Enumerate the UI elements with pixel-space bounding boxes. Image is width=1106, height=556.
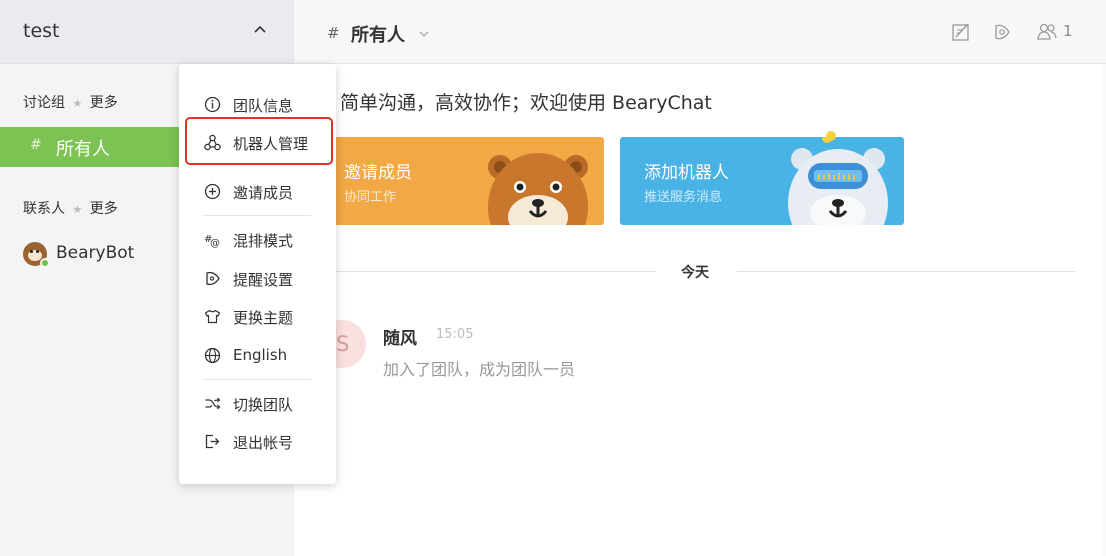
logout-icon <box>205 434 220 449</box>
contacts-title: 联系人 <box>23 201 65 217</box>
edit-icon[interactable] <box>950 21 972 43</box>
menu-item-switch-team[interactable]: 切换团队 <box>179 384 336 422</box>
welcome-message: 简单沟通，高效协作；欢迎使用 BearyChat <box>340 92 712 114</box>
card-title: 添加机器人 <box>644 163 729 183</box>
menu-item-label: 邀请成员 <box>233 184 294 202</box>
antenna-light-icon <box>826 131 836 141</box>
channel-header: # 所有人 1 <box>294 0 1106 64</box>
message-time: 15:05 <box>436 327 474 342</box>
shuffle-icon <box>205 397 221 410</box>
menu-item-label: 提醒设置 <box>233 271 294 289</box>
hash-at-icon: # @ <box>204 234 220 248</box>
members-icon[interactable] <box>1036 21 1058 43</box>
shirt-icon <box>204 309 221 324</box>
date-divider-left <box>336 271 656 272</box>
hash-icon: # <box>327 24 340 42</box>
menu-item-english[interactable]: English <box>179 336 336 374</box>
channel-name: 所有人 <box>56 139 110 160</box>
card-subtitle: 协同工作 <box>344 190 397 205</box>
highlight-box <box>185 117 333 165</box>
add-robot-card[interactable]: 添加机器人 推送服务消息 <box>620 137 904 225</box>
chevron-down-icon[interactable] <box>418 28 430 40</box>
reminder-icon[interactable] <box>991 21 1013 43</box>
chevron-up-icon[interactable] <box>252 22 268 38</box>
invite-members-card[interactable]: 邀请成员 协同工作 <box>320 137 604 225</box>
online-status-dot <box>40 258 50 268</box>
menu-item-logout[interactable]: 退出帐号 <box>179 422 336 460</box>
robot-bear-illustration <box>788 148 888 225</box>
contacts-more-link[interactable]: 更多 <box>90 201 118 217</box>
bear-illustration <box>488 153 588 225</box>
menu-item-reminder-settings[interactable]: 提醒设置 <box>179 259 336 297</box>
add-circle-icon <box>204 183 221 200</box>
menu-item-label: English <box>233 346 288 364</box>
groups-title: 讨论组 <box>23 95 65 111</box>
menu-item-label: 更换主题 <box>233 309 294 327</box>
avatar-letter: S <box>336 332 350 356</box>
star-icon: ★ <box>72 97 83 110</box>
globe-icon <box>204 347 221 364</box>
menu-divider <box>203 215 311 216</box>
menu-item-label: 混排模式 <box>233 232 294 250</box>
menu-item-invite-members[interactable]: 邀请成员 <box>179 172 336 210</box>
member-count[interactable]: 1 <box>1063 22 1073 40</box>
message-text: 加入了团队，成为团队一员 <box>383 360 576 379</box>
menu-item-change-theme[interactable]: 更换主题 <box>179 297 336 335</box>
reminder-icon <box>206 271 220 286</box>
date-divider-right <box>737 271 1075 272</box>
date-divider-label: 今天 <box>681 265 709 281</box>
team-name: test <box>23 20 60 42</box>
svg-text:@: @ <box>210 238 220 248</box>
scrollbar-track[interactable] <box>1101 64 1106 556</box>
menu-item-label: 切换团队 <box>233 396 294 414</box>
team-switcher[interactable]: test <box>0 0 294 64</box>
menu-item-mixed-mode[interactable]: # @ 混排模式 <box>179 220 336 258</box>
menu-item-label: 团队信息 <box>233 97 294 115</box>
star-icon: ★ <box>72 203 83 216</box>
menu-divider <box>203 379 311 380</box>
menu-item-label: 退出帐号 <box>233 434 294 452</box>
hash-icon: # <box>30 137 42 153</box>
message-sender[interactable]: 随风 <box>383 324 417 349</box>
groups-more-link[interactable]: 更多 <box>90 95 118 111</box>
card-subtitle: 推送服务消息 <box>644 190 723 205</box>
info-icon <box>204 96 221 113</box>
card-title: 邀请成员 <box>344 163 412 183</box>
contacts-section-title: 联系人 ★ 更多 <box>23 198 118 218</box>
contact-name: BearyBot <box>56 243 135 263</box>
groups-section-title: 讨论组 ★ 更多 <box>23 92 118 112</box>
channel-title[interactable]: 所有人 <box>351 21 405 47</box>
